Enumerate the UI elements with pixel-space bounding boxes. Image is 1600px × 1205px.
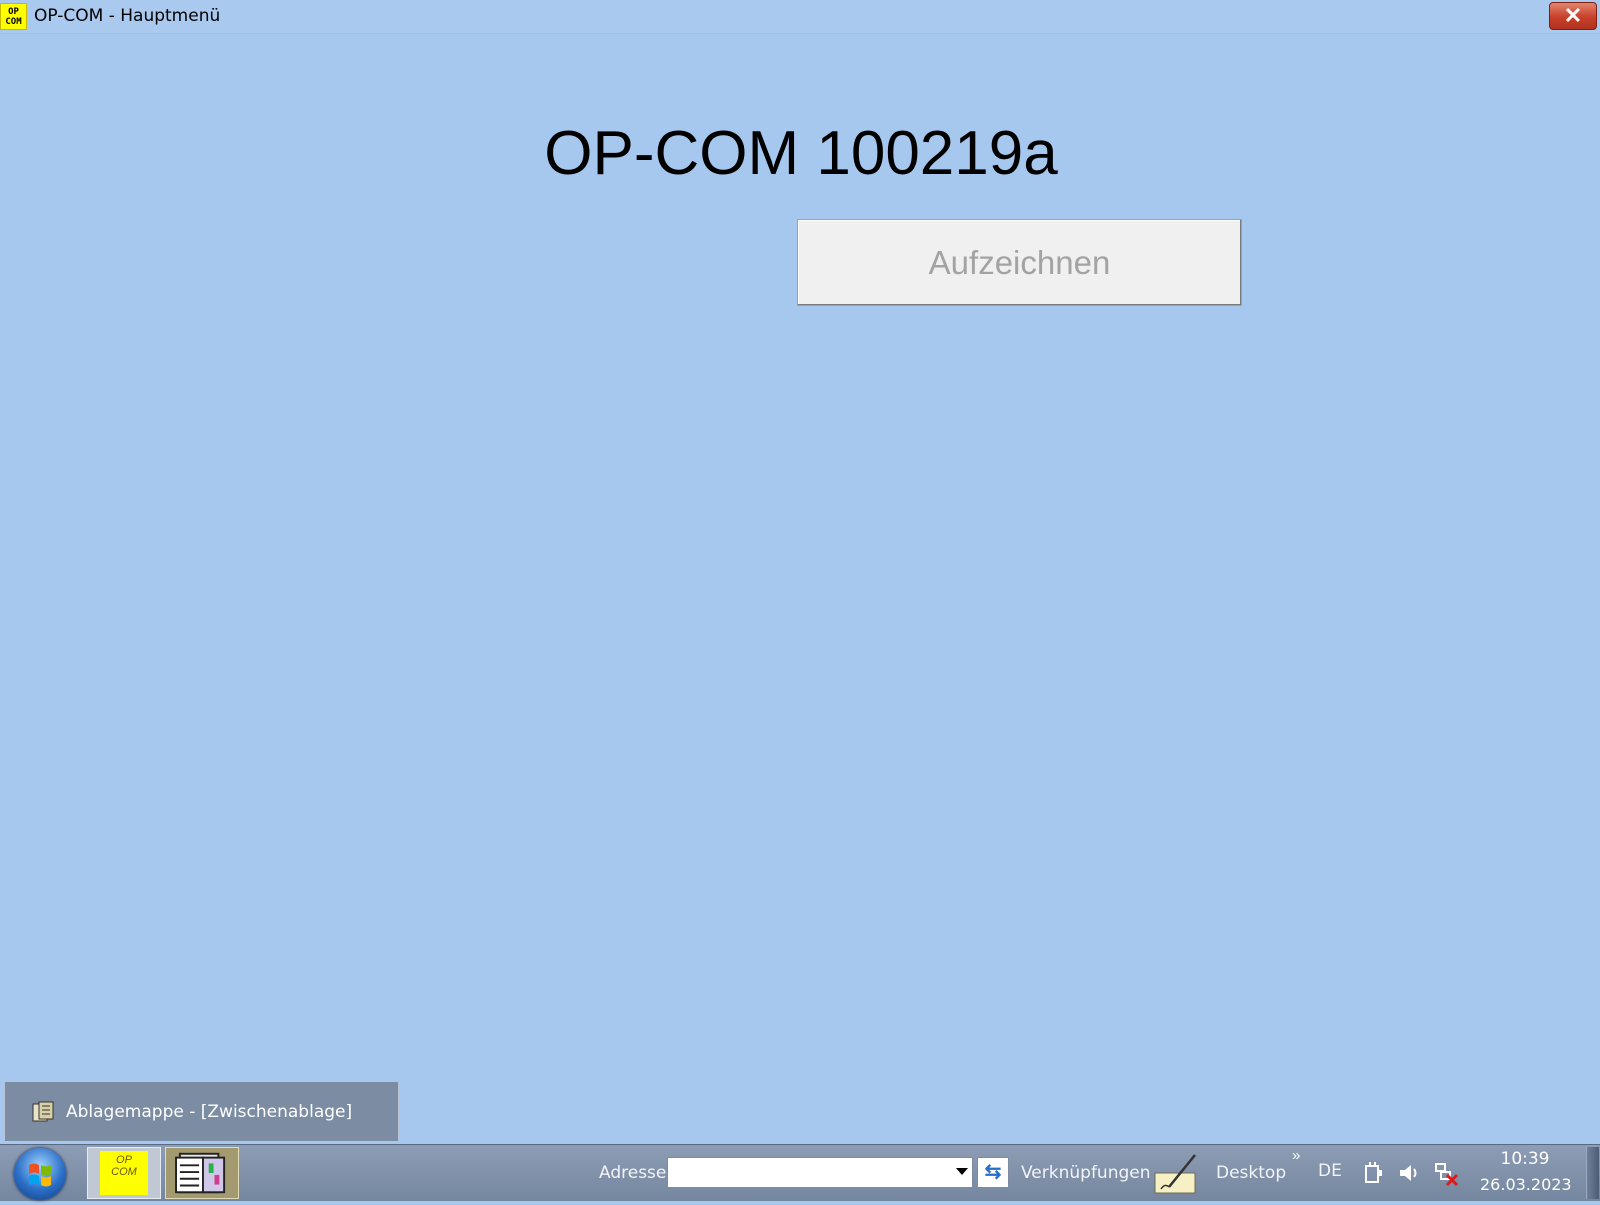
clock-date[interactable]: 26.03.2023 (1480, 1175, 1572, 1194)
network-disconnected-icon[interactable] (1433, 1161, 1459, 1187)
address-go-button[interactable]: ⇆ (977, 1157, 1009, 1188)
taskbar-item-opcom[interactable]: OP COM (87, 1147, 161, 1199)
clipboard-window[interactable]: Ablagemappe - [Zwischenablage] (4, 1081, 399, 1142)
chevron-down-icon[interactable] (956, 1168, 968, 1175)
page-title: OP-COM 100219a (0, 118, 1600, 189)
start-button[interactable] (14, 1148, 66, 1200)
links-toolbar-label[interactable]: Verknüpfungen (1021, 1163, 1151, 1183)
opcom-task-icon: OP COM (100, 1151, 148, 1195)
app-icon-text-bottom: COM (5, 17, 22, 27)
toolbar-overflow-chevron[interactable]: » (1292, 1147, 1300, 1164)
desktop-toolbar-label[interactable]: Desktop (1216, 1163, 1286, 1183)
record-button[interactable]: Aufzeichnen (797, 219, 1242, 306)
show-desktop-button[interactable] (1586, 1147, 1599, 1199)
opcom-task-text-top: OP (116, 1154, 132, 1166)
language-indicator[interactable]: DE (1318, 1161, 1342, 1181)
power-plug-icon[interactable] (1362, 1161, 1384, 1185)
windows-start-icon (29, 1163, 51, 1187)
clipboard-window-label: Ablagemappe - [Zwischenablage] (66, 1102, 353, 1122)
app-icon-text-top: OP (8, 7, 19, 17)
opcom-task-text-bottom: COM (111, 1166, 137, 1178)
pen-tablet-icon[interactable] (1153, 1153, 1199, 1195)
clipboard-book-icon (175, 1152, 226, 1194)
go-arrows-icon: ⇆ (984, 1161, 1002, 1183)
close-icon: ✕ (1563, 3, 1583, 28)
window-titlebar[interactable]: OP COM OP-COM - Hauptmenü ✕ (0, 0, 1600, 34)
taskbar: OP COM Adresse ⇆ Verknüpfungen Desktop »… (0, 1144, 1600, 1201)
close-button[interactable]: ✕ (1549, 2, 1597, 30)
volume-icon[interactable] (1397, 1161, 1421, 1185)
opcom-app-icon[interactable]: OP COM (0, 3, 27, 30)
clipboard-book-icon (32, 1101, 54, 1122)
taskbar-item-ablagemappe[interactable] (165, 1147, 239, 1199)
page-title-text: OP-COM 100219a (544, 119, 1058, 188)
clock-time[interactable]: 10:39 (1480, 1149, 1570, 1169)
address-input[interactable] (667, 1157, 973, 1188)
window-title: OP-COM - Hauptmenü (34, 6, 221, 26)
address-label: Adresse (599, 1163, 667, 1183)
